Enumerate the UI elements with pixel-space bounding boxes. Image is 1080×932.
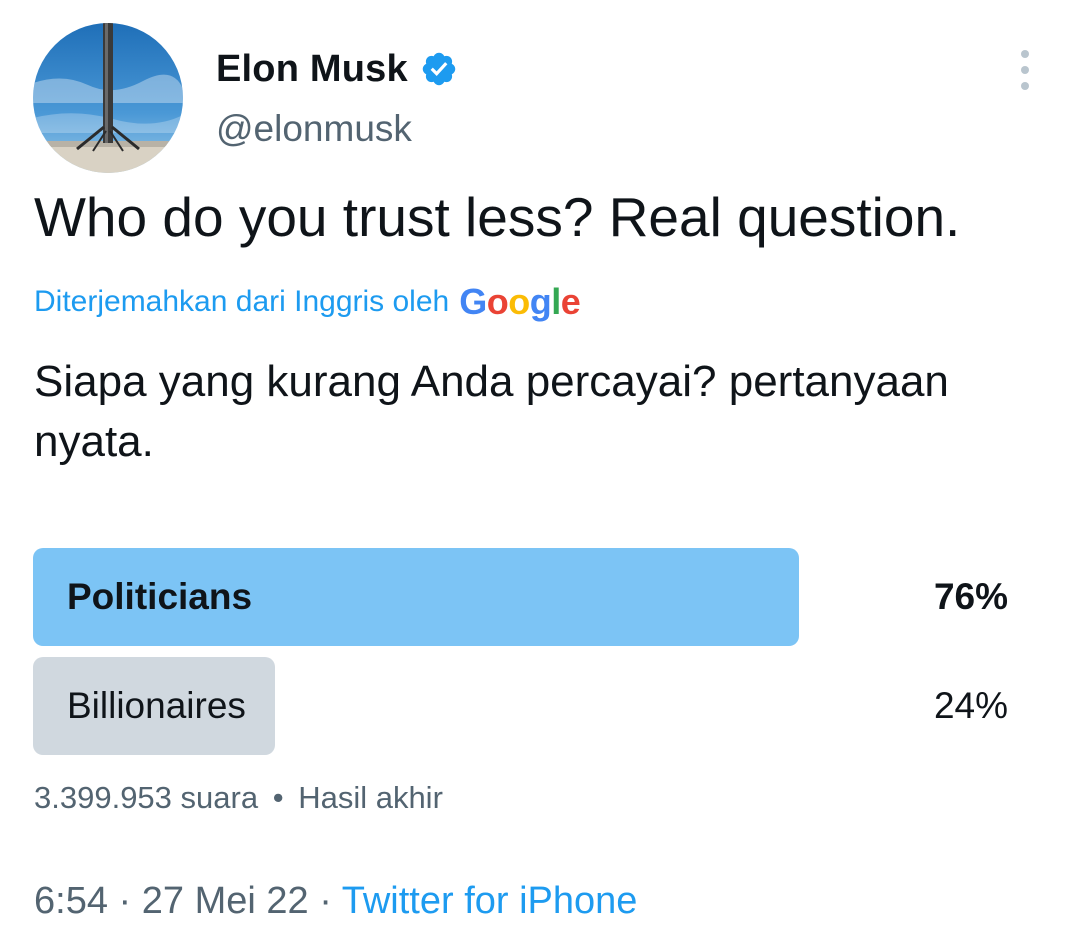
- tweet-time[interactable]: 6:54: [34, 880, 108, 922]
- google-logo-letter: G: [459, 281, 487, 322]
- google-logo-letter: o: [508, 281, 530, 322]
- timestamp-separator: ·: [319, 880, 332, 922]
- tweet-timestamp-row: 6:54 · 27 Mei 22 · Twitter for iPhone: [34, 880, 637, 923]
- tweet-date[interactable]: 27 Mei 22: [142, 880, 309, 922]
- poll-option-percent: 24%: [933, 685, 1008, 726]
- poll-summary: 3.399.953 suara • Hasil akhir: [34, 780, 443, 816]
- poll-vote-count: 3.399.953 suara: [34, 780, 259, 815]
- avatar-image: [33, 23, 183, 173]
- more-dot: [1021, 66, 1029, 74]
- tweet-text: Who do you trust less? Real question.: [34, 186, 961, 248]
- poll-option-percent: 76%: [933, 576, 1008, 617]
- author-name-row[interactable]: Elon Musk: [216, 44, 458, 94]
- author-display-name[interactable]: Elon Musk: [216, 48, 408, 91]
- poll-option-label: Politicians: [67, 576, 253, 617]
- more-vertical-icon[interactable]: [1008, 50, 1042, 90]
- poll-separator: •: [272, 780, 284, 815]
- google-logo-letter: o: [486, 281, 509, 322]
- google-logo-letter: l: [551, 281, 561, 322]
- timestamp-separator: ·: [118, 880, 132, 922]
- translation-label[interactable]: Diterjemahkan dari Inggris oleh: [34, 285, 449, 319]
- poll-status: Hasil akhir: [298, 780, 443, 815]
- tweet-source-link[interactable]: Twitter for iPhone: [342, 880, 638, 922]
- more-dot: [1021, 82, 1029, 90]
- more-dot: [1021, 50, 1029, 58]
- verified-badge-icon: [420, 50, 458, 88]
- google-logo-letter: e: [560, 281, 581, 322]
- avatar[interactable]: [33, 23, 183, 173]
- translation-attribution[interactable]: Diterjemahkan dari Inggris oleh Google: [34, 279, 581, 325]
- google-logo: Google: [459, 281, 581, 323]
- translated-text: Siapa yang kurang Anda percayai? pertany…: [34, 357, 949, 466]
- google-logo-letter: g: [529, 281, 552, 322]
- author-handle[interactable]: @elonmusk: [216, 108, 412, 150]
- poll-option-label: Billionaires: [67, 685, 246, 726]
